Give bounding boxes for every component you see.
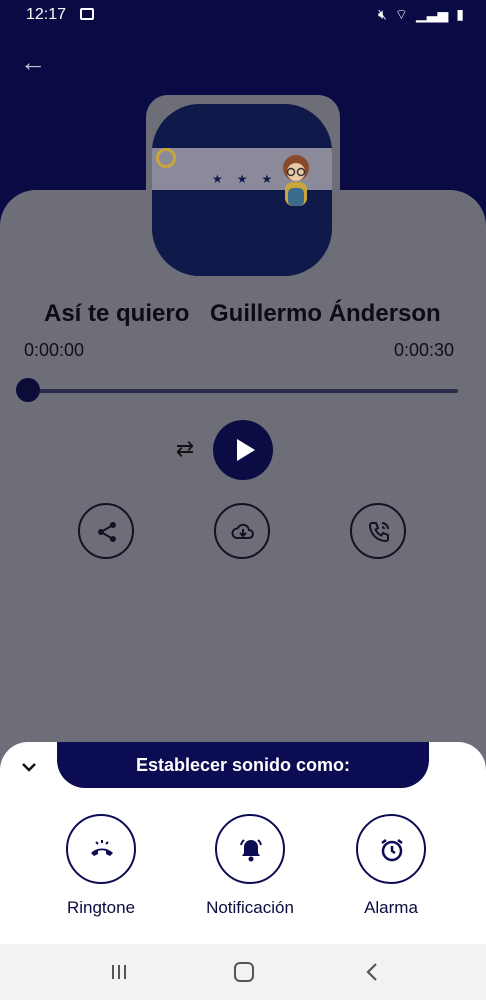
- bell-icon: [240, 839, 262, 862]
- home-icon[interactable]: [234, 962, 254, 982]
- back-arrow-icon[interactable]: ←: [20, 48, 48, 76]
- wifi-icon: ⌔: [394, 6, 408, 22]
- status-bar: 12:17 🔇︎ ⌔ ▁▃▅ ▮: [0, 0, 486, 30]
- signal-icon: ▁▃▅: [415, 6, 449, 22]
- recent-apps-icon[interactable]: [110, 963, 128, 981]
- alarm-button[interactable]: [356, 814, 426, 884]
- album-art: ★★★: [152, 104, 332, 276]
- status-icons: 🔇︎ ⌔ ▁▃▅ ▮: [378, 6, 464, 24]
- gear-emblem: [156, 148, 176, 168]
- song-title: Así te quiero: [44, 300, 190, 327]
- ringtone-button[interactable]: [66, 814, 136, 884]
- notification-label: Notificación: [206, 898, 294, 917]
- status-time: 12:17: [26, 6, 67, 23]
- share-button[interactable]: [78, 503, 134, 559]
- elapsed-time: 0:00:00: [24, 340, 85, 360]
- girl-mascot-icon: [283, 155, 309, 206]
- progress-track[interactable]: [28, 389, 458, 393]
- sheet-heading: Establecer sonido como:: [57, 742, 429, 788]
- song-artist: Guillermo Ánderson: [210, 300, 441, 327]
- nav-back-icon[interactable]: [364, 962, 380, 982]
- repeat-icon[interactable]: ⇄: [172, 436, 198, 462]
- phone-hangup-icon: [91, 840, 113, 856]
- download-button[interactable]: [214, 503, 270, 559]
- alarm-clock-icon: [381, 839, 403, 862]
- battery-icon: ▮: [456, 6, 464, 22]
- mute-icon: 🔇︎: [377, 6, 387, 22]
- alarm-label: Alarma: [364, 898, 418, 917]
- total-time: 0:00:30: [394, 340, 455, 360]
- phone-ringing-icon: [368, 522, 389, 543]
- set-ringtone-button[interactable]: [350, 503, 406, 559]
- share-icon: [98, 522, 116, 542]
- image-notification-icon: [80, 8, 94, 20]
- progress-thumb[interactable]: [16, 378, 40, 402]
- chevron-down-icon[interactable]: [18, 756, 40, 778]
- cloud-download-icon: [231, 523, 254, 539]
- play-button[interactable]: [213, 420, 273, 480]
- ringtone-label: Ringtone: [66, 898, 136, 917]
- notification-button[interactable]: [215, 814, 285, 884]
